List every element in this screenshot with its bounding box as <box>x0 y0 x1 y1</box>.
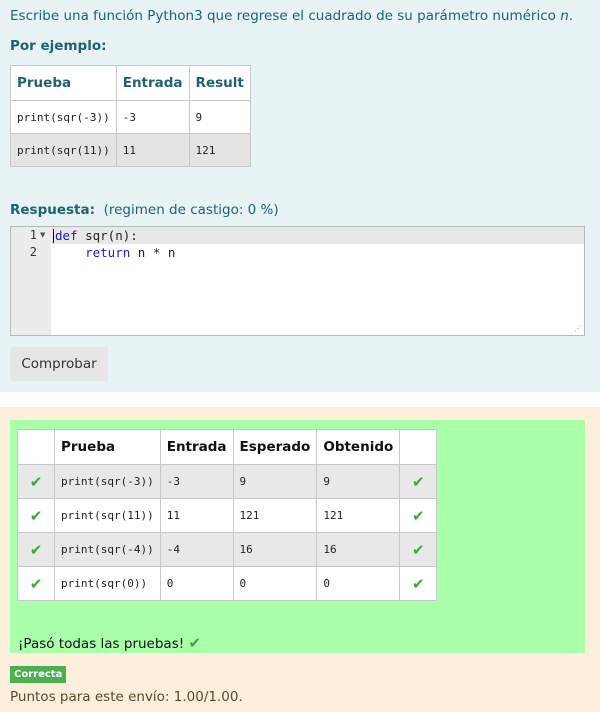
col-header-prueba: Prueba <box>10 65 117 101</box>
table-row: ✔ print(sqr(11)) 11 121 121 ✔ <box>17 498 438 533</box>
table-row: print(sqr(11)) 11 121 <box>10 133 251 167</box>
test-results-box: Prueba Entrada Esperado Obtenido ✔ print… <box>10 420 585 653</box>
penalty-text: (regimen de castigo: 0 %) <box>103 202 279 218</box>
cell-test: print(sqr(-3)) <box>54 464 161 499</box>
code-line[interactable]: def sqr(n): <box>55 228 138 243</box>
cell-result: 121 <box>188 133 251 167</box>
cell-got: 121 <box>316 498 401 533</box>
cell-test: print(sqr(-3)) <box>10 100 117 134</box>
col-header-prueba: Prueba <box>54 429 161 465</box>
code-editor[interactable]: 1 ▼ 2 def sqr(n): return n * n ⋰ <box>10 226 585 336</box>
cell-test: print(sqr(-4)) <box>54 532 161 567</box>
cell-input: 11 <box>115 133 190 167</box>
text-cursor <box>53 229 54 243</box>
example-label: Por ejemplo: <box>10 38 107 54</box>
check-icon: ✔ <box>188 634 202 652</box>
param-name: n <box>560 8 569 24</box>
feedback-panel: Prueba Entrada Esperado Obtenido ✔ print… <box>0 407 600 712</box>
correct-badge: Correcta <box>10 666 67 683</box>
check-icon: ✔ <box>411 540 425 559</box>
col-header-obtenido: Obtenido <box>316 429 401 465</box>
col-header-status-right <box>399 429 438 465</box>
line-number: 1 <box>29 228 37 242</box>
cell-input: -4 <box>159 532 234 567</box>
col-header-result: Result <box>188 65 251 101</box>
question-text: Escribe una función Python3 que regrese … <box>10 8 574 24</box>
table-row: ✔ print(sqr(-4)) -4 16 16 ✔ <box>17 532 438 567</box>
cell-expected: 9 <box>232 464 318 499</box>
table-row: ✔ print(sqr(0)) 0 0 0 ✔ <box>17 566 438 601</box>
cell-got: 0 <box>316 566 401 601</box>
resize-handle-icon[interactable]: ⋰ <box>574 324 582 333</box>
col-header-esperado: Esperado <box>232 429 318 465</box>
example-table: Prueba Entrada Result print(sqr(-3)) -3 … <box>10 65 251 167</box>
check-icon: ✔ <box>411 472 425 491</box>
results-table: Prueba Entrada Esperado Obtenido ✔ print… <box>17 429 438 601</box>
check-icon: ✔ <box>29 506 43 525</box>
points-text: Puntos para este envío: 1.00/1.00. <box>10 689 243 705</box>
check-icon: ✔ <box>29 540 43 559</box>
cell-expected: 16 <box>232 532 318 567</box>
col-header-entrada: Entrada <box>115 65 190 101</box>
cell-input: 0 <box>159 566 234 601</box>
question-panel: Escribe una función Python3 que regrese … <box>0 0 600 392</box>
cell-input: -3 <box>115 100 190 134</box>
cell-expected: 121 <box>232 498 318 533</box>
cell-test: print(sqr(0)) <box>54 566 161 601</box>
col-header-status <box>17 429 55 465</box>
cell-got: 9 <box>316 464 401 499</box>
check-icon: ✔ <box>411 506 425 525</box>
line-number: 2 <box>29 245 37 259</box>
check-icon: ✔ <box>29 574 43 593</box>
answer-label: Respuesta: (regimen de castigo: 0 %) <box>10 202 279 218</box>
cell-test: print(sqr(11)) <box>54 498 161 533</box>
col-header-entrada: Entrada <box>159 429 234 465</box>
check-button[interactable]: Comprobar <box>10 347 108 381</box>
check-icon: ✔ <box>29 472 43 491</box>
table-row: ✔ print(sqr(-3)) -3 9 9 ✔ <box>17 464 438 499</box>
all-passed-message: ¡Pasó todas las pruebas! ✔ <box>18 634 202 652</box>
cell-expected: 0 <box>232 566 318 601</box>
cell-test: print(sqr(11)) <box>10 133 117 167</box>
check-icon: ✔ <box>411 574 425 593</box>
cell-input: 11 <box>159 498 234 533</box>
table-row: print(sqr(-3)) -3 9 <box>10 100 251 134</box>
editor-gutter <box>11 227 51 335</box>
code-line[interactable]: return n * n <box>55 245 175 260</box>
cell-input: -3 <box>159 464 234 499</box>
cell-result: 9 <box>188 100 251 134</box>
fold-arrow-icon[interactable]: ▼ <box>40 231 45 239</box>
cell-got: 16 <box>316 532 401 567</box>
